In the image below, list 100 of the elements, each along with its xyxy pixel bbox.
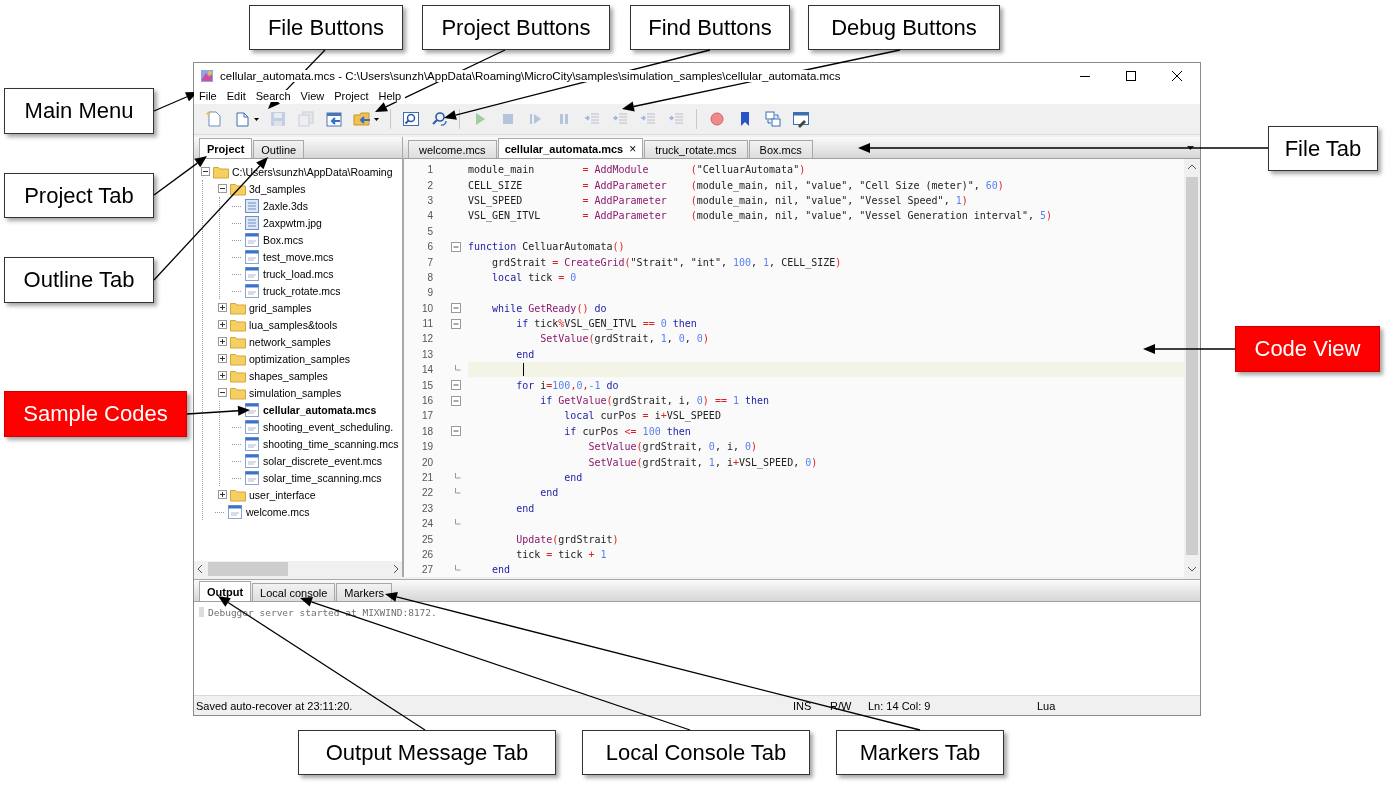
- code-line: end: [515, 348, 535, 360]
- script-file-icon: [244, 282, 260, 299]
- callout: File Buttons: [249, 5, 403, 50]
- line-number: 2: [426, 179, 433, 191]
- tree-item[interactable]: user_interface: [249, 488, 316, 501]
- line-number: 13: [420, 348, 433, 360]
- code-line: tick = tick + 1: [515, 548, 607, 560]
- panel-tab[interactable]: Markers: [336, 583, 393, 601]
- callout: Project Tab: [4, 173, 154, 218]
- code-line: local curPos = i+VSL_SPEED: [563, 410, 721, 422]
- expand-icon[interactable]: [218, 490, 227, 499]
- tree-item[interactable]: shooting_event_scheduling.: [263, 420, 394, 433]
- panel-tab[interactable]: Outline: [253, 140, 305, 158]
- fold-icon[interactable]: [451, 318, 461, 329]
- file-tab[interactable]: welcome.mcs: [408, 140, 497, 158]
- tree-item[interactable]: truck_rotate.mcs: [263, 284, 341, 297]
- code-line: Update(grdStrait): [515, 533, 619, 545]
- tree-item[interactable]: test_move.mcs: [263, 250, 334, 263]
- collapse-icon[interactable]: [201, 167, 210, 176]
- tree-item[interactable]: solar_discrete_event.mcs: [263, 454, 383, 467]
- collapse-icon[interactable]: [218, 388, 227, 397]
- line-number: 15: [420, 379, 433, 391]
- script-file-icon: [244, 401, 260, 418]
- line-number: 11: [421, 318, 433, 330]
- expand-icon[interactable]: [218, 320, 227, 329]
- line-number: 9: [426, 287, 433, 299]
- code-line: SetValue(grdStrait, 0, i, 0): [587, 441, 758, 453]
- status-text: Ln: 14 Col: 9: [868, 699, 931, 712]
- code-line: while GetReady() do: [491, 302, 607, 314]
- search-icon[interactable]: [402, 110, 420, 128]
- line-number: 20: [420, 456, 433, 468]
- code-line: if tick%VSL_GEN_ITVL == 0 then: [515, 318, 697, 330]
- code-line: SetValue(grdStrait, 1, i+VSL_SPEED, 0): [587, 456, 818, 468]
- line-number: 6: [426, 241, 433, 253]
- panel-tab[interactable]: Project: [199, 138, 253, 158]
- maximize-icon[interactable]: [1126, 70, 1136, 81]
- tree-item[interactable]: 2axpwtm.jpg: [263, 216, 322, 229]
- search-replace-icon[interactable]: [430, 110, 448, 128]
- window-edit-icon[interactable]: [792, 110, 810, 128]
- tree-item[interactable]: 3d_samples: [249, 182, 306, 195]
- tree-item[interactable]: Box.mcs: [263, 233, 304, 246]
- file-tab[interactable]: cellular_automata.mcs ×: [497, 138, 644, 158]
- tree-item[interactable]: truck_load.mcs: [263, 267, 334, 280]
- callout: Output Message Tab: [298, 730, 556, 775]
- file-icon: [244, 214, 260, 231]
- panel-tab[interactable]: Output: [199, 581, 252, 601]
- windows-icon[interactable]: [764, 110, 782, 128]
- code-line: grdStrait = CreateGrid("Strait", "int", 100, 1, CELL_SIZE): [491, 256, 842, 268]
- fold-icon[interactable]: [451, 241, 461, 252]
- expand-icon[interactable]: [218, 371, 227, 380]
- scrollbar-thumb[interactable]: [208, 562, 288, 576]
- tree-item[interactable]: lua_samples&tools: [249, 318, 338, 331]
- expand-icon[interactable]: [218, 303, 227, 312]
- tree-item[interactable]: shooting_time_scanning.mcs: [263, 437, 399, 450]
- dropdown-icon[interactable]: [1187, 146, 1194, 150]
- line-number: 3: [426, 194, 433, 206]
- code-line: for i=100,0,-1 do: [515, 379, 619, 391]
- tree-item[interactable]: cellular_automata.mcs: [263, 403, 377, 416]
- script-file-icon: [244, 265, 260, 282]
- close-icon[interactable]: [1172, 70, 1182, 81]
- caret-icon[interactable]: [374, 117, 379, 121]
- tree-item[interactable]: shapes_samples: [249, 369, 328, 382]
- tree-item[interactable]: simulation_samples: [249, 386, 342, 399]
- callout: Find Buttons: [630, 5, 790, 50]
- tree-item[interactable]: optimization_samples: [249, 352, 350, 365]
- collapse-icon[interactable]: [218, 184, 227, 193]
- fold-icon[interactable]: [451, 380, 461, 391]
- code-line: VSL_SPEED = AddParameter (module_main, nil, "value", "Vessel Speed", 1): [468, 194, 968, 206]
- panel-tab[interactable]: Local console: [252, 583, 336, 601]
- tree-item[interactable]: grid_samples: [249, 301, 312, 314]
- file-tab[interactable]: truck_rotate.mcs: [644, 140, 748, 158]
- code-line: local tick = 0: [491, 271, 577, 283]
- folder-icon: [230, 368, 246, 383]
- breakpoint-icon[interactable]: [708, 110, 726, 128]
- line-number: 25: [420, 533, 433, 545]
- scrollbar-thumb[interactable]: [1186, 177, 1198, 555]
- tree-item[interactable]: network_samples: [249, 335, 331, 348]
- tree-item[interactable]: welcome.mcs: [246, 505, 310, 518]
- tree-item[interactable]: solar_time_scanning.mcs: [263, 471, 382, 484]
- window-title: cellular_automata.mcs - C:\Users\sunzh\AppData\Roaming\MicroCity\samples\simulation_samples\cellular_automata.mcs: [220, 69, 841, 82]
- expand-icon[interactable]: [218, 337, 227, 346]
- folder-arrow-icon[interactable]: [353, 110, 371, 128]
- line-number: 23: [420, 502, 433, 514]
- scroll-up-icon[interactable]: [1187, 163, 1197, 171]
- fold-icon[interactable]: [451, 395, 461, 406]
- fold-icon[interactable]: [451, 303, 461, 314]
- callout: Markers Tab: [836, 730, 1004, 775]
- tree-item[interactable]: 2axle.3ds: [263, 199, 308, 212]
- fold-icon[interactable]: [451, 426, 461, 437]
- scroll-down-icon[interactable]: [1187, 565, 1197, 573]
- line-number: 21: [420, 472, 433, 483]
- caret-icon[interactable]: [254, 117, 259, 121]
- code-line: end: [515, 502, 535, 514]
- code-line: if GetValue(grdStrait, i, 0) == 1 then: [539, 395, 770, 407]
- file-tab[interactable]: Box.mcs: [748, 140, 813, 158]
- code-line: VSL_GEN_ITVL = AddParameter (module_main, nil, "value", "Vessel Generation interval", 5): [468, 210, 1053, 222]
- callout: Project Buttons: [422, 5, 610, 50]
- status-text: INS: [793, 699, 812, 712]
- expand-icon[interactable]: [218, 354, 227, 363]
- line-number: 26: [420, 548, 433, 560]
